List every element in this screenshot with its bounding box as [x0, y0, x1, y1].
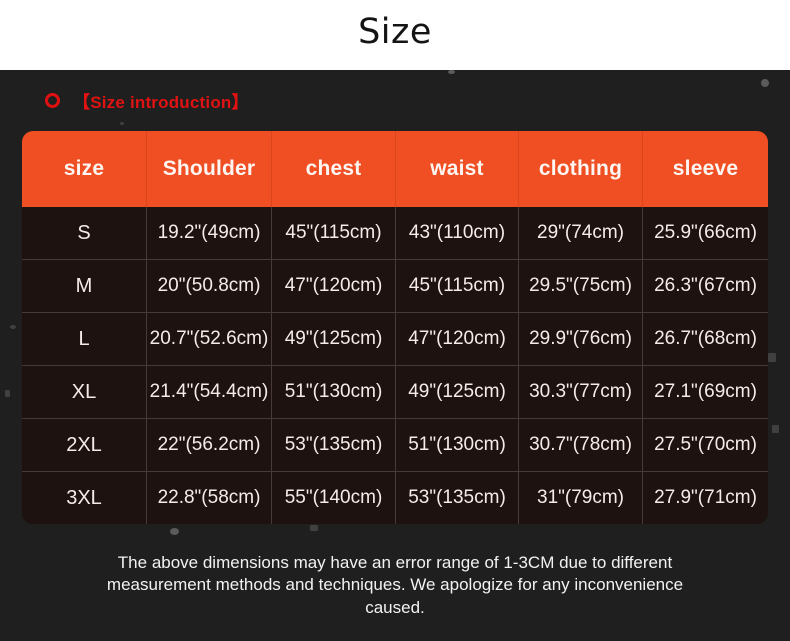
table-cell-shoulder: 21.4"(54.4cm): [147, 366, 272, 419]
table-row-size: XL: [22, 366, 147, 419]
table-row-size: 2XL: [22, 419, 147, 472]
section-heading: 【Size introduction】: [45, 88, 249, 113]
column-header-sleeve: sleeve: [643, 131, 768, 207]
size-table-grid: size Shoulder chest waist clothing sleev…: [22, 131, 768, 524]
table-cell-clothing: 29"(74cm): [519, 207, 643, 260]
table-cell-chest: 53"(135cm): [272, 419, 396, 472]
background-speck: [768, 353, 776, 362]
table-cell-clothing: 30.7"(78cm): [519, 419, 643, 472]
table-cell-shoulder: 19.2"(49cm): [147, 207, 272, 260]
size-chart-page: Size 【Size introduction】 size Shoulder c…: [0, 0, 790, 641]
table-cell-chest: 55"(140cm): [272, 472, 396, 524]
footer-disclaimer: The above dimensions may have an error r…: [106, 553, 684, 617]
column-header-waist: waist: [396, 131, 519, 207]
table-cell-waist: 43"(110cm): [396, 207, 519, 260]
background-speck: [448, 70, 455, 74]
table-cell-sleeve: 27.5"(70cm): [643, 419, 768, 472]
table-row-size: M: [22, 260, 147, 313]
table-cell-shoulder: 20.7"(52.6cm): [147, 313, 272, 366]
table-cell-sleeve: 25.9"(66cm): [643, 207, 768, 260]
table-row-size: S: [22, 207, 147, 260]
background-speck: [170, 528, 179, 535]
table-cell-sleeve: 27.1"(69cm): [643, 366, 768, 419]
table-cell-waist: 53"(135cm): [396, 472, 519, 524]
table-row-size: 3XL: [22, 472, 147, 524]
column-header-size: size: [22, 131, 147, 207]
table-cell-chest: 51"(130cm): [272, 366, 396, 419]
table-cell-sleeve: 26.3"(67cm): [643, 260, 768, 313]
table-cell-clothing: 29.5"(75cm): [519, 260, 643, 313]
section-heading-label: 【Size introduction】: [73, 93, 249, 112]
table-cell-chest: 49"(125cm): [272, 313, 396, 366]
table-row-size: L: [22, 313, 147, 366]
table-cell-chest: 45"(115cm): [272, 207, 396, 260]
table-cell-waist: 47"(120cm): [396, 313, 519, 366]
table-cell-chest: 47"(120cm): [272, 260, 396, 313]
table-cell-waist: 45"(115cm): [396, 260, 519, 313]
ring-icon: [45, 93, 60, 108]
background-speck: [120, 122, 124, 125]
table-cell-sleeve: 27.9"(71cm): [643, 472, 768, 524]
background-speck: [761, 79, 769, 87]
table-cell-shoulder: 22.8"(58cm): [147, 472, 272, 524]
table-cell-sleeve: 26.7"(68cm): [643, 313, 768, 366]
table-cell-shoulder: 22"(56.2cm): [147, 419, 272, 472]
table-cell-shoulder: 20"(50.8cm): [147, 260, 272, 313]
background-speck: [772, 425, 779, 433]
background-speck: [310, 525, 318, 531]
table-cell-waist: 49"(125cm): [396, 366, 519, 419]
table-cell-clothing: 30.3"(77cm): [519, 366, 643, 419]
background-speck: [10, 325, 16, 329]
title-band: Size: [0, 0, 790, 70]
column-header-clothing: clothing: [519, 131, 643, 207]
table-cell-waist: 51"(130cm): [396, 419, 519, 472]
table-cell-clothing: 29.9"(76cm): [519, 313, 643, 366]
size-table: size Shoulder chest waist clothing sleev…: [22, 131, 768, 524]
page-title: Size: [358, 12, 432, 52]
column-header-chest: chest: [272, 131, 396, 207]
background-speck: [5, 390, 10, 397]
column-header-shoulder: Shoulder: [147, 131, 272, 207]
table-cell-clothing: 31"(79cm): [519, 472, 643, 524]
